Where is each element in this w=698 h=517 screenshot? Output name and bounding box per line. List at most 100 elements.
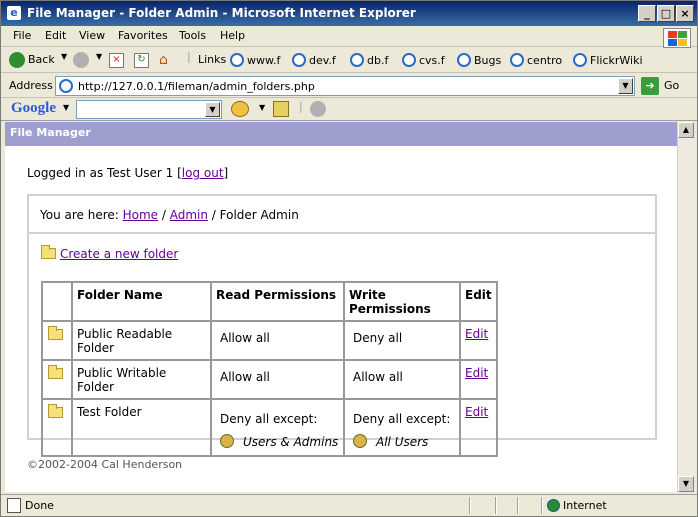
menu-tools[interactable]: Tools xyxy=(179,29,206,42)
breadcrumb: You are here: Home / Admin / Folder Admi… xyxy=(29,196,655,234)
read-permission: Allow all xyxy=(211,360,344,399)
link-cvs[interactable]: cvs.f xyxy=(402,53,445,67)
standard-toolbar: Back ▼ ▼ × ↻ ⌂ | Links www.f dev.f db.f … xyxy=(1,48,697,73)
forward-arrow-icon[interactable] xyxy=(73,52,89,68)
vertical-scrollbar[interactable]: ▲ ▼ xyxy=(677,122,694,492)
home-icon[interactable]: ⌂ xyxy=(159,53,174,68)
login-status: Logged in as Test User 1 [log out] xyxy=(27,166,229,180)
google-menu-dropdown-icon[interactable]: ▼ xyxy=(63,103,69,112)
link-www[interactable]: www.f xyxy=(230,53,280,67)
stop-icon[interactable]: × xyxy=(109,53,124,68)
links-label: Links xyxy=(198,53,227,66)
back-arrow-icon[interactable] xyxy=(9,52,25,68)
user-group-icon xyxy=(353,434,367,448)
window-title: File Manager - Folder Admin - Microsoft … xyxy=(27,6,416,20)
minimize-button[interactable]: _ xyxy=(638,5,656,22)
folder-name: Test Folder xyxy=(72,399,211,456)
google-search-icon[interactable] xyxy=(231,101,249,117)
edit-link[interactable]: Edit xyxy=(465,366,488,380)
folders-table: Folder Name Read Permissions Write Permi… xyxy=(41,281,498,457)
windows-logo-icon xyxy=(663,28,691,48)
ie-page-icon xyxy=(573,53,587,67)
pen-icon[interactable] xyxy=(310,101,326,117)
close-button[interactable]: × xyxy=(676,5,694,22)
link-db[interactable]: db.f xyxy=(350,53,388,67)
address-dropdown-icon[interactable]: ▼ xyxy=(618,78,633,94)
app-header: File Manager xyxy=(5,122,677,146)
maximize-button[interactable]: □ xyxy=(657,5,675,22)
go-arrow-icon[interactable]: ➔ xyxy=(641,77,659,95)
go-button[interactable]: Go xyxy=(664,79,679,92)
col-folder-name: Folder Name xyxy=(72,282,211,321)
menu-help[interactable]: Help xyxy=(220,29,245,42)
ie-icon: e xyxy=(7,6,21,20)
user-group-icon xyxy=(220,434,234,448)
breadcrumb-current: Folder Admin xyxy=(219,208,299,222)
link-dev[interactable]: dev.f xyxy=(292,53,336,67)
write-permission: Allow all xyxy=(344,360,460,399)
breadcrumb-home-link[interactable]: Home xyxy=(123,208,158,222)
address-label: Address xyxy=(9,79,53,92)
search-options-dropdown-icon[interactable]: ▼ xyxy=(259,103,265,112)
edit-link[interactable]: Edit xyxy=(465,327,488,341)
page-status-icon xyxy=(7,498,21,513)
read-permission-group: Users & Admins xyxy=(243,435,339,449)
title-bar: e File Manager - Folder Admin - Microsof… xyxy=(1,1,697,26)
menu-file[interactable]: File xyxy=(13,29,31,42)
google-search-dropdown-icon[interactable]: ▼ xyxy=(205,102,220,117)
table-row: Test Folder Deny all except: Users & Adm… xyxy=(42,399,497,456)
menu-favorites[interactable]: Favorites xyxy=(118,29,168,42)
address-bar: Address http://127.0.0.1/fileman/admin_f… xyxy=(1,74,697,98)
table-header-row: Folder Name Read Permissions Write Permi… xyxy=(42,282,497,321)
internet-zone-icon xyxy=(547,499,560,512)
folder-name: Public Writable Folder xyxy=(72,360,211,399)
logout-link[interactable]: log out xyxy=(182,166,224,180)
scroll-up-arrow-icon[interactable]: ▲ xyxy=(678,122,694,138)
folder-icon xyxy=(48,365,63,379)
edit-link[interactable]: Edit xyxy=(465,405,488,419)
status-text: Done xyxy=(25,499,54,512)
write-permission: Deny all except: All Users xyxy=(344,399,460,456)
ie-page-icon xyxy=(510,53,524,67)
address-input[interactable]: http://127.0.0.1/fileman/admin_folders.p… xyxy=(55,76,635,96)
status-bar: Done Internet xyxy=(1,494,697,516)
write-permission-group: All Users xyxy=(376,435,429,449)
folder-icon xyxy=(48,326,63,340)
read-permission: Deny all except: Users & Admins xyxy=(211,399,344,456)
link-centro[interactable]: centro xyxy=(510,53,562,67)
menu-bar: File Edit View Favorites Tools Help xyxy=(1,26,697,47)
page-content: File Manager Logged in as Test User 1 [l… xyxy=(5,122,677,492)
main-panel: You are here: Home / Admin / Folder Admi… xyxy=(27,194,657,457)
google-search-input[interactable]: ▼ xyxy=(76,100,222,119)
ie-page-icon xyxy=(457,53,471,67)
col-write-permissions: Write Permissions xyxy=(344,282,460,321)
forward-dropdown-icon[interactable]: ▼ xyxy=(96,52,102,61)
create-folder-row: Create a new folder xyxy=(41,245,178,261)
table-row: Public Readable Folder Allow all Deny al… xyxy=(42,321,497,360)
refresh-icon[interactable]: ↻ xyxy=(134,53,149,68)
browser-window: e File Manager - Folder Admin - Microsof… xyxy=(0,0,698,517)
menu-edit[interactable]: Edit xyxy=(45,29,66,42)
folder-icon xyxy=(48,404,63,418)
back-dropdown-icon[interactable]: ▼ xyxy=(61,52,67,61)
link-bugs[interactable]: Bugs xyxy=(457,53,501,67)
ie-page-icon xyxy=(350,53,364,67)
col-read-permissions: Read Permissions xyxy=(211,282,344,321)
link-flickrwiki[interactable]: FlickrWiki xyxy=(573,53,643,67)
scroll-down-arrow-icon[interactable]: ▼ xyxy=(678,476,694,492)
folder-icon xyxy=(41,245,56,259)
write-permission: Deny all xyxy=(344,321,460,360)
google-toolbar: Google ▼ ▼ ▼ | xyxy=(1,98,697,121)
google-logo[interactable]: Google xyxy=(11,100,56,117)
menu-view[interactable]: View xyxy=(79,29,105,42)
highlight-icon[interactable] xyxy=(273,101,289,117)
footer-copyright: ©2002-2004 Cal Henderson xyxy=(27,458,183,471)
back-label[interactable]: Back xyxy=(28,53,55,66)
table-row: Public Writable Folder Allow all Allow a… xyxy=(42,360,497,399)
read-permission: Allow all xyxy=(211,321,344,360)
address-url[interactable]: http://127.0.0.1/fileman/admin_folders.p… xyxy=(78,80,315,93)
create-folder-link[interactable]: Create a new folder xyxy=(60,247,178,261)
breadcrumb-admin-link[interactable]: Admin xyxy=(170,208,208,222)
page-icon xyxy=(59,79,73,93)
security-zone: Internet xyxy=(563,499,607,512)
